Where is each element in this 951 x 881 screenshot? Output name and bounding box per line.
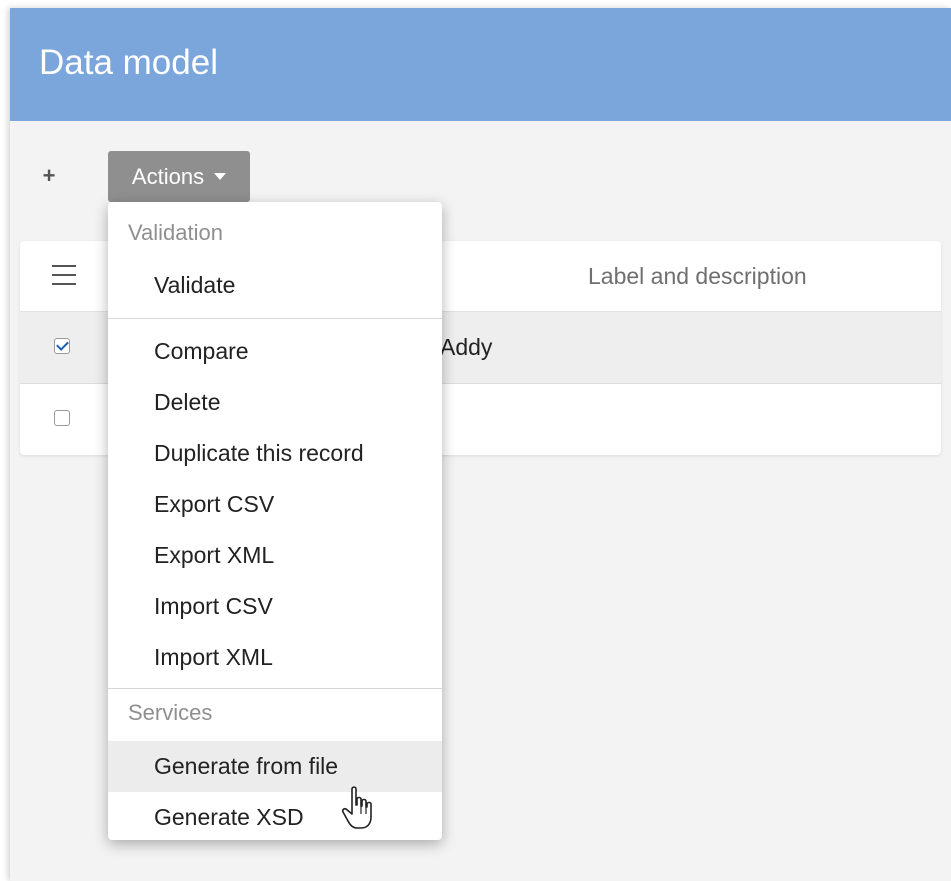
actions-menu: Validation Validate Compare Delete Dupli… [108, 202, 442, 840]
menu-item-duplicate[interactable]: Duplicate this record [108, 428, 442, 479]
column-header-label-description[interactable]: Label and description [588, 263, 807, 290]
menu-item-compare[interactable]: Compare [108, 326, 442, 377]
menu-item-validate[interactable]: Validate [108, 260, 442, 311]
page-title: Data model [39, 43, 218, 82]
menu-item-generate-xsd[interactable]: Generate XSD [108, 792, 442, 840]
section-services: Services [128, 700, 213, 725]
menu-divider [108, 318, 442, 319]
menu-item-export-csv[interactable]: Export CSV [108, 479, 442, 530]
menu-item-delete[interactable]: Delete [108, 377, 442, 428]
row-label: Addy [440, 334, 493, 360]
column-menu-icon[interactable] [52, 265, 76, 285]
checkmark-icon [56, 338, 69, 351]
actions-dropdown-button[interactable]: Actions [108, 151, 250, 202]
menu-item-import-xml[interactable]: Import XML [108, 632, 442, 683]
page-header: Data model [10, 8, 951, 121]
row-checkbox[interactable] [54, 338, 70, 354]
actions-label: Actions [131, 163, 205, 189]
hand-pointer-cursor-icon [341, 786, 372, 829]
menu-item-export-xml[interactable]: Export XML [108, 530, 442, 581]
add-button[interactable]: + [36, 163, 62, 189]
menu-divider [108, 688, 442, 689]
menu-item-import-csv[interactable]: Import CSV [108, 581, 442, 632]
caret-down-icon [214, 173, 227, 180]
section-validation: Validation [128, 220, 223, 245]
row-checkbox[interactable] [54, 410, 70, 426]
menu-item-generate-from-file[interactable]: Generate from file [108, 741, 442, 792]
